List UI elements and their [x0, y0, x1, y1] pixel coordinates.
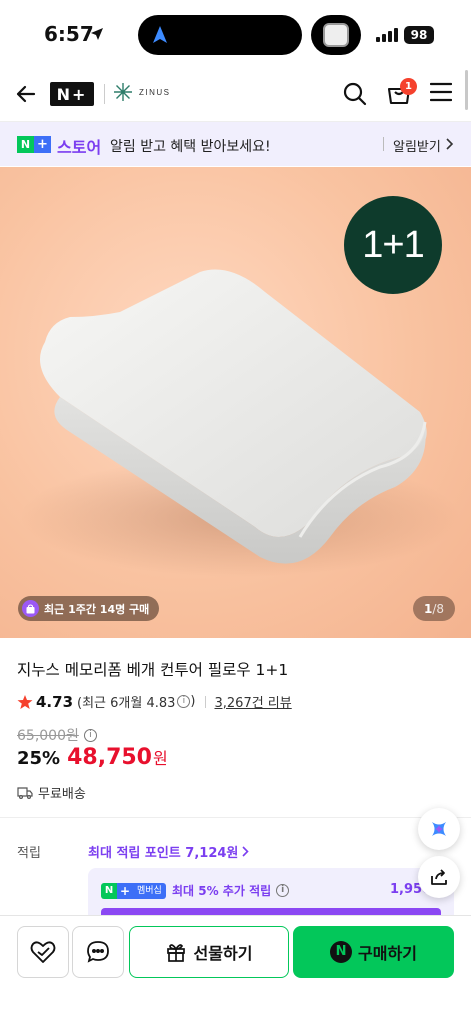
share-icon	[431, 869, 447, 885]
zinus-logo[interactable]: ZINUS	[112, 81, 171, 103]
total-image-count: /8	[432, 601, 445, 616]
membership-extra-points: 최대 5% 추가 적립 i	[172, 882, 290, 899]
dynamic-island	[138, 15, 302, 55]
max-points-link[interactable]: 최대 적립 포인트 7,124원	[88, 842, 250, 861]
store-notification-banner[interactable]: N + 스토어 알림 받고 혜택 받아보세요! 알림받기	[0, 122, 471, 166]
max-points-text: 최대 적립 포인트 7,124원	[88, 846, 239, 861]
gift-button[interactable]: 선물하기	[129, 926, 289, 978]
recent-purchase-text: 최근 1주간 14명 구매	[44, 602, 150, 616]
membership-info-icon[interactable]: i	[276, 884, 290, 897]
status-bar: 6:57 98	[0, 0, 471, 68]
zinus-leaf-icon	[114, 83, 132, 101]
promo-badge-1plus1: 1+1	[344, 196, 442, 294]
price-info-icon[interactable]: i	[83, 728, 97, 742]
notice-divider	[383, 137, 384, 151]
scrollbar[interactable]	[465, 70, 468, 110]
rating-row: 4.73 (최근 6개월 4.83 i ) 3,267건 리뷰	[17, 692, 292, 711]
naver-plus-store-logo: N +	[17, 136, 51, 153]
section-divider	[0, 817, 471, 818]
points-label: 적립	[17, 846, 41, 861]
sale-price: 48,750	[67, 745, 152, 770]
original-price-row: 65,000원 i	[17, 725, 97, 745]
rating-value: 4.73	[36, 692, 74, 711]
buy-label: 구매하기	[358, 944, 417, 963]
buy-now-button[interactable]: N 구매하기	[293, 926, 454, 978]
bottom-action-bar: 선물하기 N 구매하기	[0, 915, 471, 1024]
membership-extra-text: 최대 5% 추가 적립	[172, 884, 272, 898]
npay-icon: N	[330, 941, 353, 963]
naver-plus-logo[interactable]: N+	[50, 82, 94, 106]
product-title: 지누스 메모리폼 베개 컨투어 필로우 1+1	[17, 661, 289, 679]
rating-divider	[204, 695, 206, 708]
location-arrow-icon	[91, 28, 103, 40]
info-icon[interactable]: i	[177, 695, 191, 708]
currency-unit: 원	[153, 749, 168, 768]
logo-divider	[104, 84, 105, 104]
discount-rate: 25%	[17, 748, 61, 769]
heart-check-icon	[30, 941, 56, 963]
recent-purchase-pill: 최근 1주간 14명 구매	[18, 596, 160, 621]
sparkle-ai-icon	[432, 822, 446, 836]
notice-message: 알림 받고 혜택 받아보세요!	[110, 139, 271, 155]
wishlist-button[interactable]	[17, 926, 69, 978]
store-name: 스토어	[57, 138, 102, 157]
hamburger-menu-icon[interactable]	[430, 82, 452, 102]
shipping-info: 무료배송	[17, 783, 86, 802]
cart-count-badge: 1	[400, 78, 417, 95]
recent-rating: (최근 6개월 4.83	[77, 696, 176, 711]
product-image-gallery[interactable]: 1+1 최근 1주간 14명 구매 1 /8	[0, 167, 471, 638]
share-button[interactable]	[418, 856, 460, 898]
recent-rating-close: )	[190, 694, 196, 709]
original-price: 65,000원	[17, 728, 79, 744]
review-count-link[interactable]: 3,267건 리뷰	[215, 692, 292, 711]
naver-plus-membership-badge: N + 멤버십	[101, 883, 166, 899]
navigation-arrow-icon	[153, 26, 167, 43]
current-image-index: 1	[423, 601, 433, 616]
status-time: 6:57	[44, 22, 94, 46]
app-header: N+ ZINUS 1	[0, 68, 471, 122]
shipping-text: 무료배송	[38, 787, 86, 802]
talktalk-chat-button[interactable]	[72, 926, 124, 978]
chevron-right-icon	[242, 846, 250, 857]
star-icon	[17, 694, 33, 709]
image-page-counter: 1 /8	[413, 596, 455, 621]
search-icon[interactable]	[342, 81, 368, 107]
shopping-bag-small-icon	[22, 600, 39, 617]
chat-bubble-icon	[87, 941, 109, 963]
notification-subscribe-link[interactable]: 알림받기	[393, 136, 441, 155]
battery-indicator: 98	[404, 26, 434, 44]
cellular-signal-icon	[376, 28, 398, 42]
gift-label: 선물하기	[193, 944, 253, 963]
membership-badge-text: 멤버십	[133, 883, 166, 899]
sale-price-row: 25% 48,750 원	[17, 745, 168, 770]
gift-icon	[166, 944, 185, 962]
chevron-right-icon	[446, 138, 454, 150]
ai-assistant-button[interactable]	[418, 808, 460, 850]
back-arrow-icon[interactable]	[14, 82, 38, 106]
delivery-truck-icon	[17, 786, 33, 799]
island-app-icon	[311, 15, 361, 55]
zinus-logo-text: ZINUS	[139, 87, 171, 97]
